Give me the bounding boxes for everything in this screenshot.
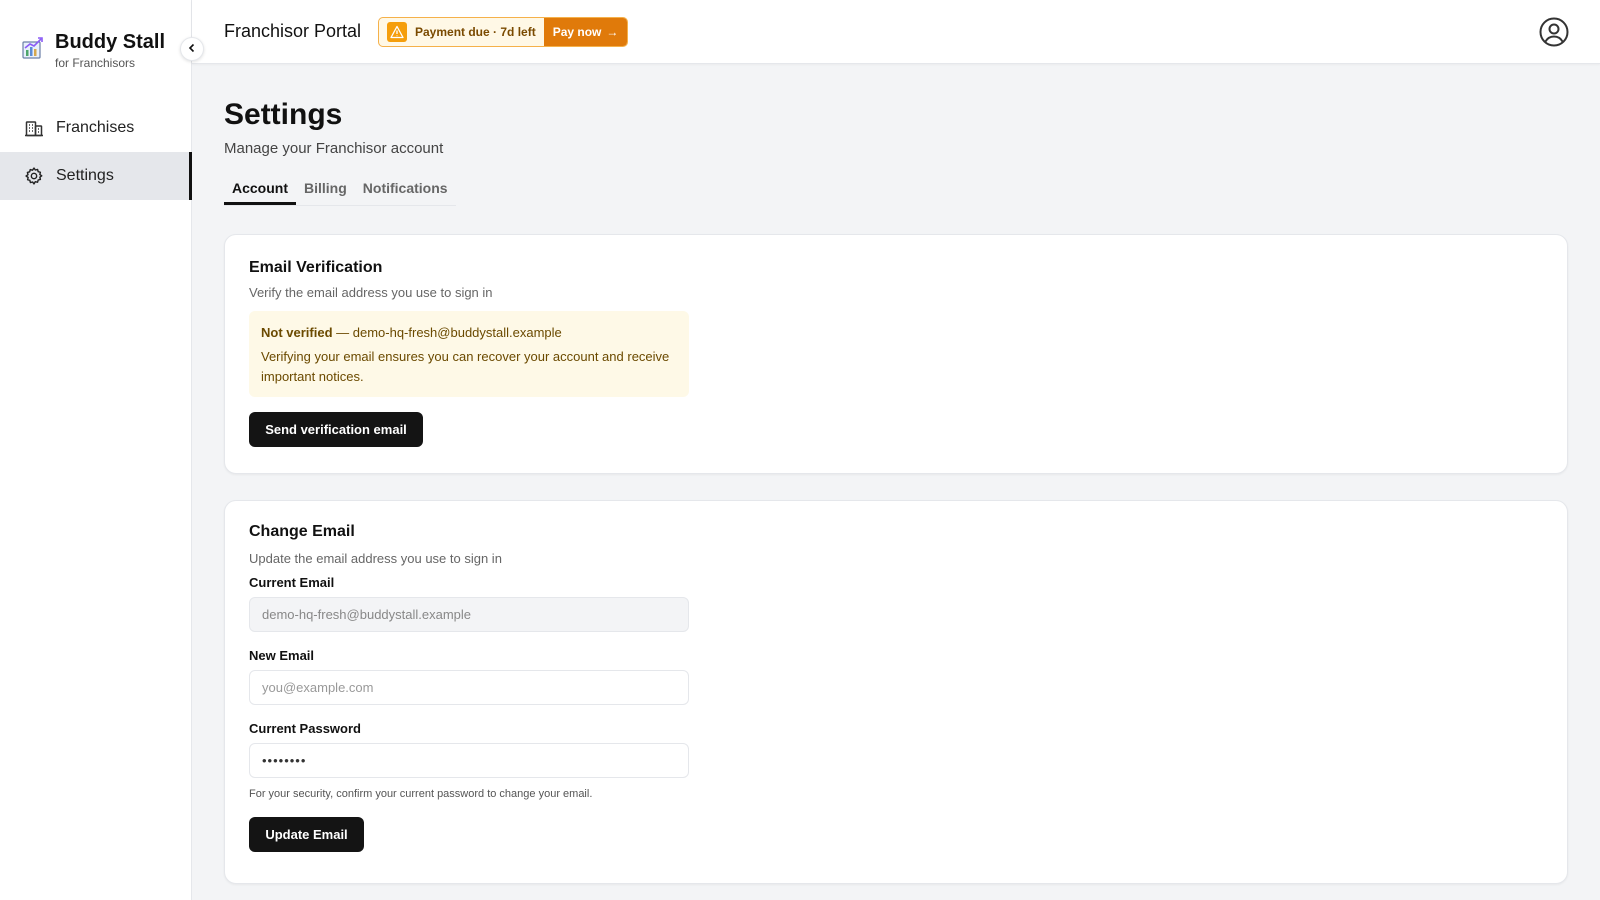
verification-status: Not verified <box>261 325 333 340</box>
new-email-input[interactable]: you@example.com <box>249 670 689 705</box>
brand-title: Buddy Stall <box>55 31 166 53</box>
email-verification-card: Email Verification Verify the email addr… <box>224 234 1568 474</box>
payment-banner: Payment due · 7d left Pay now → <box>378 17 629 47</box>
current-password-label: Current Password <box>249 721 361 736</box>
collapse-sidebar-button[interactable] <box>180 37 204 61</box>
page-title: Settings <box>224 98 343 131</box>
current-email-label: Current Email <box>249 575 335 590</box>
warning-icon <box>387 22 407 42</box>
card-title: Change Email <box>249 523 355 540</box>
chart-logo-icon <box>22 36 44 62</box>
current-email-field: demo-hq-fresh@buddystall.example <box>249 597 689 632</box>
sidebar-item-label: Settings <box>56 167 114 184</box>
verification-alert: Not verified — demo-hq-fresh@buddystall.… <box>249 311 689 397</box>
sidebar-item-label: Franchises <box>56 119 135 136</box>
page-subtitle: Manage your Franchisor account <box>224 140 444 157</box>
tab-notifications[interactable]: Notifications <box>355 172 456 205</box>
new-email-label: New Email <box>249 648 315 663</box>
settings-tabs: Account Billing Notifications <box>224 172 456 206</box>
sidebar-nav: Franchises Settings <box>0 104 192 200</box>
card-subtitle: Update the email address you use to sign… <box>249 551 502 566</box>
current-password-input[interactable]: •••••••• <box>249 743 689 778</box>
user-icon <box>1538 17 1570 52</box>
portal-title: Franchisor Portal <box>224 21 362 41</box>
card-subtitle: Verify the email address you use to sign… <box>249 285 493 300</box>
building-icon <box>24 118 44 138</box>
chevron-left-icon <box>187 40 197 58</box>
sidebar: Buddy Stall for Franchisors Franchises S… <box>0 0 192 900</box>
verification-message: Verifying your email ensures you can rec… <box>261 349 670 384</box>
payment-due-text: Payment due · 7d left <box>415 25 536 39</box>
gear-icon <box>24 166 44 186</box>
sidebar-item-franchises[interactable]: Franchises <box>0 104 192 152</box>
tab-billing[interactable]: Billing <box>296 172 355 205</box>
status-separator: — <box>332 325 353 340</box>
arrow-right-icon: → <box>606 25 619 39</box>
tab-account[interactable]: Account <box>224 172 296 205</box>
verification-email: demo-hq-fresh@buddystall.example <box>352 325 562 340</box>
user-menu-button[interactable] <box>1538 16 1570 48</box>
payment-due-notice: Payment due · 7d left <box>379 18 544 46</box>
brand[interactable]: Buddy Stall for Franchisors <box>22 30 165 70</box>
send-verification-button[interactable]: Send verification email <box>249 412 423 447</box>
change-email-card: Change Email Update the email address yo… <box>224 500 1568 884</box>
update-email-button[interactable]: Update Email <box>249 817 364 852</box>
brand-subtitle: for Franchisors <box>55 56 136 70</box>
sidebar-item-settings[interactable]: Settings <box>0 152 192 200</box>
card-title: Email Verification <box>249 259 383 276</box>
topbar: Franchisor Portal Payment due · 7d left … <box>192 0 1600 64</box>
password-help-text: For your security, confirm your current … <box>249 788 593 800</box>
pay-now-button[interactable]: Pay now → <box>543 18 628 46</box>
